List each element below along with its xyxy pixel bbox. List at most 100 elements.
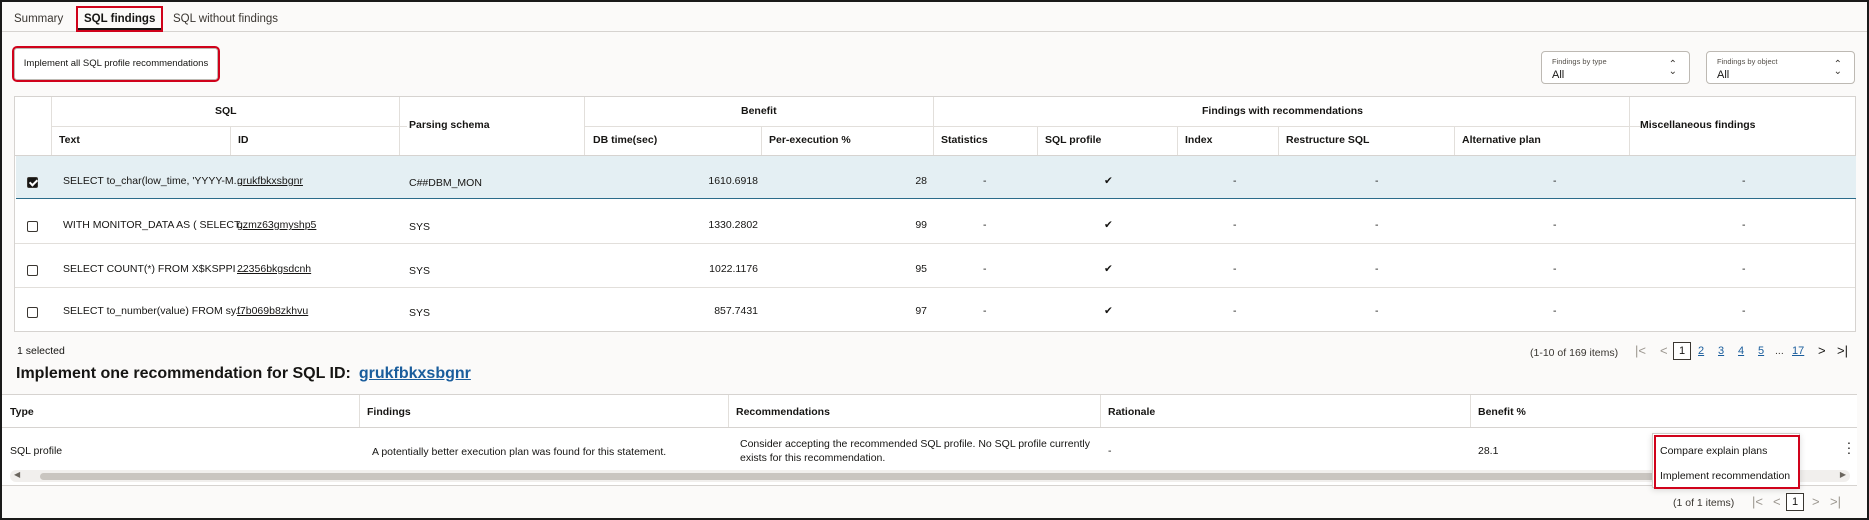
col-recommendations[interactable]: Recommendations — [736, 406, 830, 418]
alternative-plan: - — [1553, 305, 1557, 317]
group-header-findings: Findings with recommendations — [1202, 105, 1364, 117]
rec-rationale: - — [1108, 445, 1112, 457]
sql-text: WITH MONITOR_DATA AS ( SELECT... — [63, 219, 248, 231]
detail-page-current[interactable]: 1 — [1786, 493, 1804, 511]
first-page-icon[interactable]: |< — [1635, 343, 1646, 358]
findings-by-type-select[interactable]: Findings by type All ⌃ ⌄ — [1541, 51, 1690, 84]
sql-text: SELECT to_char(low_time, 'YYYY-M... — [63, 175, 243, 187]
page-link[interactable]: 5 — [1758, 345, 1764, 357]
col-db-time[interactable]: DB time(sec) — [593, 134, 657, 146]
statistics: - — [983, 305, 987, 317]
col-sql-profile[interactable]: SQL profile — [1045, 134, 1101, 146]
detail-title-text: Implement one recommendation for SQL ID: — [16, 365, 351, 382]
parsing-schema: C##DBM_MON — [409, 177, 482, 189]
per-execution: 97 — [915, 305, 927, 317]
misc-findings: - — [1742, 305, 1746, 317]
col-misc-findings[interactable]: Miscellaneous findings — [1640, 119, 1756, 131]
page-link[interactable]: 2 — [1698, 345, 1704, 357]
db-time: 1330.2802 — [708, 219, 758, 231]
misc-findings: - — [1742, 219, 1746, 231]
index: - — [1233, 305, 1237, 317]
last-page-icon[interactable]: >| — [1837, 343, 1848, 358]
sql-text: SELECT to_number(value) FROM sy... — [63, 305, 245, 317]
page-link[interactable]: 3 — [1718, 345, 1724, 357]
db-time: 1022.1176 — [709, 263, 758, 275]
scroll-right-icon[interactable]: ▶ — [1840, 470, 1846, 479]
sql-findings-table: SQL Parsing schema Benefit Findings with… — [14, 96, 1856, 332]
index: - — [1233, 175, 1237, 187]
next-page-icon[interactable]: > — [1812, 494, 1820, 509]
row-checkbox[interactable] — [27, 265, 38, 276]
detail-pagination-range: (1 of 1 items) — [1673, 497, 1735, 509]
horizontal-scrollbar[interactable]: ◀ ▶ — [10, 470, 1850, 482]
index: - — [1233, 219, 1237, 231]
rec-type: SQL profile — [10, 445, 63, 457]
prev-page-icon[interactable]: < — [1773, 494, 1781, 509]
col-benefit-percent[interactable]: Benefit % — [1478, 406, 1526, 418]
selected-count: 1 selected — [17, 345, 65, 357]
col-parsing-schema[interactable]: Parsing schema — [409, 119, 490, 131]
more-actions-icon[interactable]: · · · — [1846, 435, 1852, 459]
row-checkbox[interactable] — [27, 177, 38, 188]
restructure-sql: - — [1375, 219, 1379, 231]
implement-all-button[interactable]: Implement all SQL profile recommendation… — [12, 46, 220, 82]
tab-bar: Summary SQL findings SQL without finding… — [2, 2, 1867, 32]
findings-by-type-label: Findings by type — [1552, 57, 1607, 66]
misc-findings: - — [1742, 263, 1746, 275]
col-restructure-sql[interactable]: Restructure SQL — [1286, 134, 1369, 146]
prev-page-icon[interactable]: < — [1660, 343, 1668, 358]
col-alternative-plan[interactable]: Alternative plan — [1462, 134, 1541, 146]
scroll-left-icon[interactable]: ◀ — [14, 470, 20, 479]
col-type[interactable]: Type — [10, 406, 34, 418]
statistics: - — [983, 219, 987, 231]
menu-item-implement-recommendation[interactable]: Implement recommendation — [1660, 470, 1790, 482]
findings-by-object-value: All — [1717, 69, 1730, 81]
page-current[interactable]: 1 — [1673, 342, 1691, 360]
col-id[interactable]: ID — [238, 134, 249, 146]
tab-sql-findings[interactable]: SQL findings — [75, 6, 164, 32]
page-link[interactable]: 17 — [1792, 345, 1804, 357]
restructure-sql: - — [1375, 263, 1379, 275]
page-ellipsis: ... — [1775, 345, 1784, 357]
rec-recommendation-line2: exists for this recommendation. — [740, 452, 886, 464]
col-findings[interactable]: Findings — [367, 406, 411, 418]
rec-benefit: 28.1 — [1478, 445, 1499, 457]
statistics: - — [983, 175, 987, 187]
sql-profile-check-icon: ✔ — [1104, 305, 1113, 317]
db-time: 857.7431 — [714, 305, 758, 317]
restructure-sql: - — [1375, 305, 1379, 317]
group-header-sql: SQL — [215, 105, 237, 117]
per-execution: 28 — [915, 175, 927, 187]
page-link[interactable]: 4 — [1738, 345, 1744, 357]
findings-by-object-select[interactable]: Findings by object All ⌃ ⌄ — [1706, 51, 1855, 84]
next-page-icon[interactable]: > — [1818, 343, 1826, 358]
detail-title: Implement one recommendation for SQL ID:… — [16, 365, 471, 383]
col-index[interactable]: Index — [1185, 134, 1212, 146]
col-per-execution[interactable]: Per-execution % — [769, 134, 851, 146]
sql-profile-check-icon: ✔ — [1104, 175, 1113, 187]
row-actions-menu: Compare explain plans Implement recommen… — [1652, 433, 1800, 489]
row-checkbox[interactable] — [27, 221, 38, 232]
sql-id-link[interactable]: grukfbkxsbgnr — [237, 175, 303, 187]
parsing-schema: SYS — [409, 221, 431, 233]
last-page-icon[interactable]: >| — [1830, 494, 1841, 509]
tab-sql-without-findings[interactable]: SQL without findings — [167, 8, 284, 30]
sql-profile-check-icon: ✔ — [1104, 219, 1113, 231]
col-rationale[interactable]: Rationale — [1108, 406, 1155, 418]
misc-findings: - — [1742, 175, 1746, 187]
menu-item-compare-explain-plans[interactable]: Compare explain plans — [1660, 445, 1767, 457]
alternative-plan: - — [1553, 175, 1557, 187]
row-checkbox[interactable] — [27, 307, 38, 318]
parsing-schema: SYS — [409, 307, 431, 319]
per-execution: 99 — [915, 219, 927, 231]
rec-findings: A potentially better execution plan was … — [372, 446, 667, 458]
sql-id-link[interactable]: 22356bkgsdcnh — [237, 263, 311, 275]
col-statistics[interactable]: Statistics — [941, 134, 988, 146]
sql-id-link[interactable]: gzmz63gmyshp5 — [237, 219, 316, 231]
detail-sql-id-link[interactable]: grukfbkxsbgnr — [359, 365, 471, 382]
tab-summary[interactable]: Summary — [8, 8, 69, 30]
scrollbar-thumb[interactable] — [40, 473, 1660, 480]
first-page-icon[interactable]: |< — [1752, 494, 1763, 509]
col-text[interactable]: Text — [59, 134, 80, 146]
sql-id-link[interactable]: f7b069b8zkhvu — [237, 305, 308, 317]
